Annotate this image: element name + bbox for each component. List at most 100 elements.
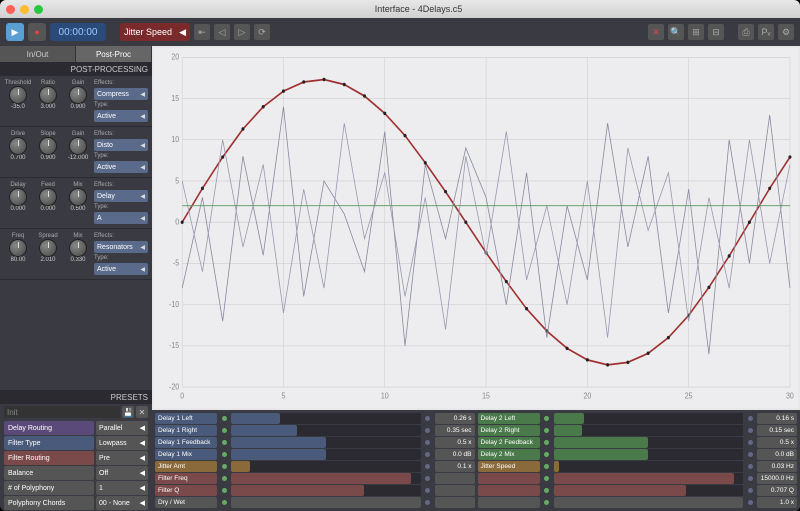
preset-save-icon[interactable]: 💾	[122, 406, 134, 418]
fx-type-select[interactable]: Active◀	[94, 110, 148, 122]
setting-value[interactable]: 1◀	[96, 481, 148, 495]
param-slider[interactable]	[231, 461, 421, 472]
param-slider[interactable]	[554, 425, 744, 436]
param-indicator[interactable]	[220, 461, 228, 472]
param-indicator[interactable]	[543, 485, 551, 496]
param-indicator[interactable]	[220, 437, 228, 448]
param-slider[interactable]	[231, 485, 421, 496]
param-play-icon[interactable]	[424, 449, 432, 460]
param-play-icon[interactable]	[746, 425, 754, 436]
param-play-icon[interactable]	[424, 425, 432, 436]
knob-drive[interactable]	[9, 137, 27, 155]
setting-value[interactable]: Pre◀	[96, 451, 148, 465]
setting-value[interactable]: Off◀	[96, 466, 148, 480]
sidebar-tabs: In/Out Post-Proc	[0, 46, 152, 62]
knob-gain[interactable]	[69, 137, 87, 155]
param-indicator[interactable]	[220, 425, 228, 436]
cut-icon[interactable]: ✕	[648, 24, 664, 40]
param-indicator[interactable]	[220, 473, 228, 484]
knob-gain[interactable]	[69, 86, 87, 104]
param-slider[interactable]	[554, 437, 744, 448]
snapshot-icon[interactable]: ⎙	[738, 24, 754, 40]
param-slider[interactable]	[231, 437, 421, 448]
knob-freq[interactable]	[9, 239, 27, 257]
param-play-icon[interactable]	[746, 413, 754, 424]
param-selector[interactable]: Jitter Speed◀	[120, 23, 190, 41]
knob-delay[interactable]	[9, 188, 27, 206]
zoom-icon[interactable]: 🔍	[668, 24, 684, 40]
setting-value[interactable]: Parallel◀	[96, 421, 148, 435]
chart[interactable]: -20-15-10-505101520051015202530	[154, 48, 798, 408]
fx-effect-select[interactable]: Delay◀	[94, 190, 148, 202]
maximize-icon[interactable]	[34, 5, 43, 14]
record-button[interactable]: ●	[28, 23, 46, 41]
fx-type-select[interactable]: A◀	[94, 212, 148, 224]
fx-effect-select[interactable]: Resonators◀	[94, 241, 148, 253]
knob-slope[interactable]	[39, 137, 57, 155]
gear-icon[interactable]: ⚙	[778, 24, 794, 40]
param-play-icon[interactable]	[424, 497, 432, 508]
nav-prev-icon[interactable]: ◁	[214, 24, 230, 40]
param-play-icon[interactable]	[746, 473, 754, 484]
close-icon[interactable]	[6, 5, 15, 14]
knob-mix[interactable]	[69, 239, 87, 257]
knob-spread[interactable]	[39, 239, 57, 257]
param-indicator[interactable]	[543, 437, 551, 448]
param-indicator[interactable]	[220, 413, 228, 424]
param-slider[interactable]	[231, 425, 421, 436]
param-slider[interactable]	[554, 473, 744, 484]
knob-ratio[interactable]	[39, 86, 57, 104]
param-slider[interactable]	[554, 461, 744, 472]
param-play-icon[interactable]	[424, 485, 432, 496]
tab-postproc[interactable]: Post-Proc	[76, 46, 152, 62]
setting-value[interactable]: 00 - None◀	[96, 496, 148, 510]
param-indicator[interactable]	[220, 497, 228, 508]
param-indicator[interactable]	[543, 413, 551, 424]
param-indicator[interactable]	[220, 449, 228, 460]
param-slider[interactable]	[231, 473, 421, 484]
param-slider[interactable]	[554, 485, 744, 496]
fx-type-select[interactable]: Active◀	[94, 263, 148, 275]
preset-name[interactable]: Init	[4, 406, 120, 418]
minimize-icon[interactable]	[20, 5, 29, 14]
preset-delete-icon[interactable]: ✕	[136, 406, 148, 418]
knob-mix[interactable]	[69, 188, 87, 206]
param-play-icon[interactable]	[424, 461, 432, 472]
param-play-icon[interactable]	[424, 437, 432, 448]
play-button[interactable]: ▶	[6, 23, 24, 41]
setting-value[interactable]: Lowpass◀	[96, 436, 148, 450]
param-indicator[interactable]	[543, 497, 551, 508]
knob-threshold[interactable]	[9, 86, 27, 104]
knob-feed[interactable]	[39, 188, 57, 206]
param-indicator[interactable]	[543, 449, 551, 460]
fx-effect-select[interactable]: Disto◀	[94, 139, 148, 151]
nav-first-icon[interactable]: ⇤	[194, 24, 210, 40]
param-indicator[interactable]	[543, 473, 551, 484]
tab-inout[interactable]: In/Out	[0, 46, 76, 62]
window-title: Interface - 4Delays.c5	[43, 4, 794, 14]
param-play-icon[interactable]	[746, 437, 754, 448]
fx-type-select[interactable]: Active◀	[94, 161, 148, 173]
param-slider[interactable]	[231, 449, 421, 460]
param-play-icon[interactable]	[746, 461, 754, 472]
param-play-icon[interactable]	[746, 497, 754, 508]
zoom-v-icon[interactable]: ⊞	[688, 24, 704, 40]
param-slider[interactable]	[231, 497, 421, 508]
param-slider[interactable]	[554, 413, 744, 424]
param-slider[interactable]	[554, 497, 744, 508]
param-indicator[interactable]	[543, 461, 551, 472]
param-play-icon[interactable]	[424, 413, 432, 424]
param-slider[interactable]	[554, 449, 744, 460]
param-indicator[interactable]	[220, 485, 228, 496]
param-play-icon[interactable]	[424, 473, 432, 484]
loop-icon[interactable]: ⟳	[254, 24, 270, 40]
param-icon[interactable]: Pᵥ	[758, 24, 774, 40]
param-indicator[interactable]	[543, 425, 551, 436]
fx-effect-select[interactable]: Compress◀	[94, 88, 148, 100]
param-play-icon[interactable]	[746, 449, 754, 460]
main-area: In/Out Post-Proc POST-PROCESSING Thresho…	[0, 46, 800, 511]
param-play-icon[interactable]	[746, 485, 754, 496]
nav-next-icon[interactable]: ▷	[234, 24, 250, 40]
param-slider[interactable]	[231, 413, 421, 424]
zoom-h-icon[interactable]: ⊟	[708, 24, 724, 40]
